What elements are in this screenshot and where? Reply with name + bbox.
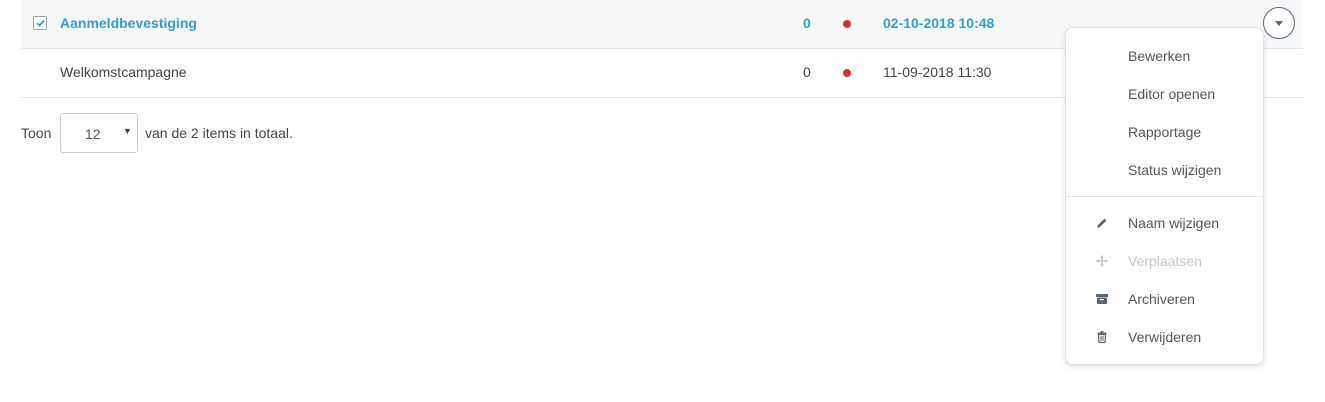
row-actions-toggle[interactable]: [1263, 7, 1295, 39]
status-dot: [843, 20, 851, 28]
check-icon: [35, 19, 45, 27]
campaign-name[interactable]: Welkomstcampagne: [60, 64, 187, 80]
menu-item-verplaatsen[interactable]: Verplaatsen: [1066, 243, 1263, 281]
menu-item-label: Naam wijzigen: [1128, 215, 1220, 231]
page-size-value: 12: [85, 126, 101, 142]
menu-item-label: Rapportage: [1128, 124, 1202, 140]
status-dot: [843, 69, 851, 77]
pager-prefix: Toon: [21, 125, 52, 141]
menu-item-status-wijzigen[interactable]: Status wijzigen: [1066, 152, 1263, 190]
pagination: Toon 12 ▼ van de 2 items in totaal.: [21, 113, 421, 153]
caret-down-icon: [1275, 20, 1283, 26]
row-actions-menu: Bewerken Editor openen Rapportage Status…: [1065, 27, 1264, 365]
menu-item-label: Verplaatsen: [1128, 253, 1202, 269]
menu-item-label: Archiveren: [1128, 291, 1195, 307]
menu-item-rapportage[interactable]: Rapportage: [1066, 114, 1263, 152]
menu-item-label: Bewerken: [1128, 48, 1191, 64]
page-size-select[interactable]: 12 ▼: [60, 113, 138, 153]
move-icon: [1096, 255, 1108, 267]
pager-summary: van de 2 items in totaal.: [145, 125, 293, 141]
campaign-name[interactable]: Aanmeldbevestiging: [60, 15, 197, 31]
chevron-down-icon: ▼: [123, 126, 132, 136]
menu-item-naam-wijzigen[interactable]: Naam wijzigen: [1066, 205, 1263, 243]
menu-item-verwijderen[interactable]: Verwijderen: [1066, 319, 1263, 357]
campaign-count: 0: [803, 64, 811, 80]
menu-divider: [1066, 196, 1263, 197]
trash-icon: [1097, 331, 1107, 344]
row-checkbox[interactable]: [33, 16, 47, 30]
campaign-date: 11-09-2018 11:30: [883, 64, 992, 80]
menu-item-bewerken[interactable]: Bewerken: [1066, 38, 1263, 76]
archive-icon: [1096, 294, 1108, 304]
menu-item-label: Editor openen: [1128, 86, 1216, 102]
menu-item-label: Status wijzigen: [1128, 162, 1222, 178]
menu-item-label: Verwijderen: [1128, 329, 1202, 345]
campaign-count: 0: [803, 15, 811, 31]
campaign-date: 02-10-2018 10:48: [883, 15, 995, 31]
menu-item-editor-openen[interactable]: Editor openen: [1066, 76, 1263, 114]
menu-item-archiveren[interactable]: Archiveren: [1066, 281, 1263, 319]
pencil-icon: [1097, 218, 1107, 228]
